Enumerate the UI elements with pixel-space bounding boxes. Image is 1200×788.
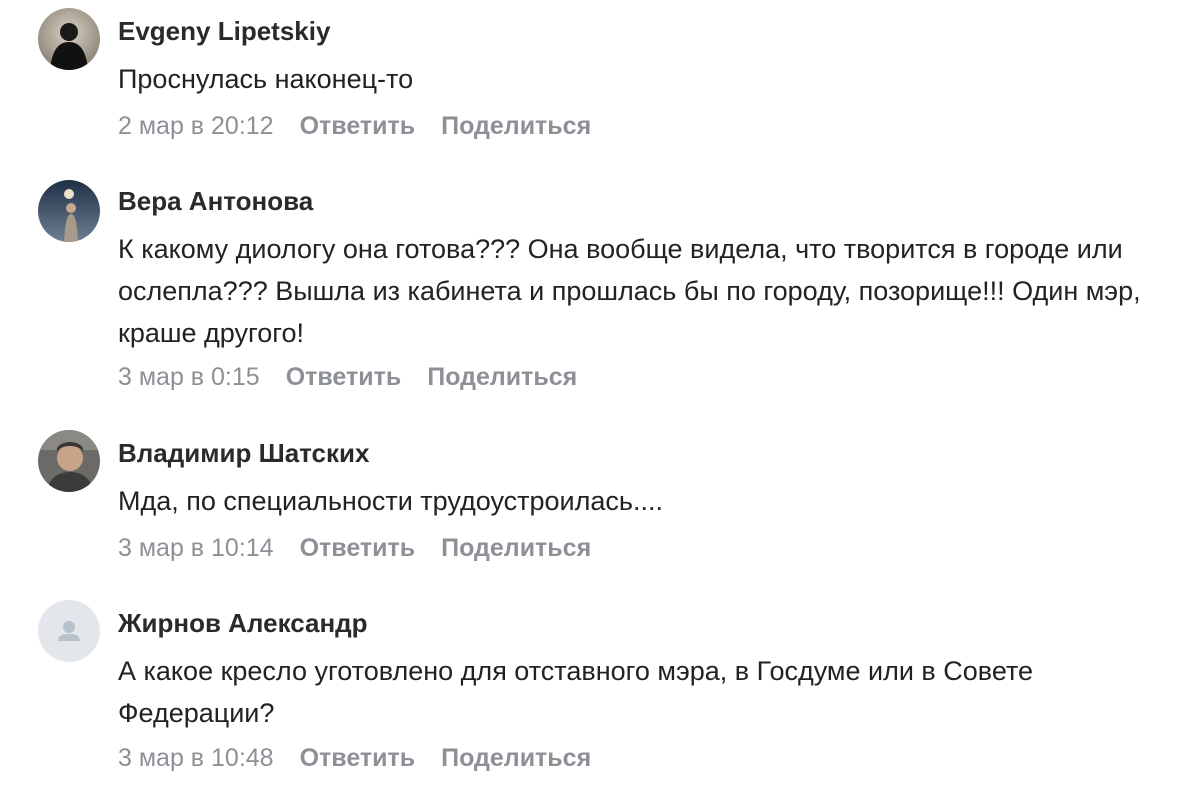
avatar[interactable]	[38, 180, 100, 242]
comment-meta: 3 мар в 10:14 Ответить Поделиться	[118, 532, 617, 564]
share-link[interactable]: Поделиться	[441, 112, 591, 140]
comment-meta: 3 мар в 0:15 Ответить Поделиться	[118, 361, 603, 393]
reply-link[interactable]: Ответить	[300, 534, 416, 562]
share-link[interactable]: Поделиться	[427, 363, 577, 391]
comment-date[interactable]: 3 мар в 10:14	[118, 534, 274, 562]
comment-author[interactable]: Вера Антонова	[118, 184, 313, 218]
user-photo-silhouette-icon	[38, 8, 100, 70]
share-link[interactable]: Поделиться	[441, 534, 591, 562]
comment-date[interactable]: 3 мар в 10:48	[118, 744, 274, 772]
comment-author[interactable]: Владимир Шатских	[118, 436, 369, 470]
reply-link[interactable]: Ответить	[286, 363, 402, 391]
default-user-icon	[38, 600, 100, 662]
comment-author[interactable]: Жирнов Александр	[118, 606, 368, 640]
avatar[interactable]	[38, 430, 100, 492]
avatar[interactable]	[38, 8, 100, 70]
comment-meta: 3 мар в 10:48 Ответить Поделиться	[118, 742, 617, 774]
comment-author[interactable]: Evgeny Lipetskiy	[118, 14, 330, 48]
share-link[interactable]: Поделиться	[441, 744, 591, 772]
user-photo-icon	[38, 430, 100, 492]
avatar[interactable]	[38, 600, 100, 662]
comment-meta: 2 мар в 20:12 Ответить Поделиться	[118, 110, 617, 142]
comment-text: А какое кресло уготовлено для отставного…	[118, 656, 1034, 728]
comment-text: Проснулась наконец-то	[118, 64, 414, 94]
reply-link[interactable]: Ответить	[300, 744, 416, 772]
comment-date[interactable]: 3 мар в 0:15	[118, 363, 260, 391]
comment-text: К какому диологу она готова??? Она вообщ…	[118, 234, 1141, 348]
user-photo-icon	[38, 180, 100, 242]
reply-link[interactable]: Ответить	[300, 112, 416, 140]
comment-text: Мда, по специальности трудоустроилась...…	[118, 486, 663, 516]
comment-date[interactable]: 2 мар в 20:12	[118, 112, 274, 140]
